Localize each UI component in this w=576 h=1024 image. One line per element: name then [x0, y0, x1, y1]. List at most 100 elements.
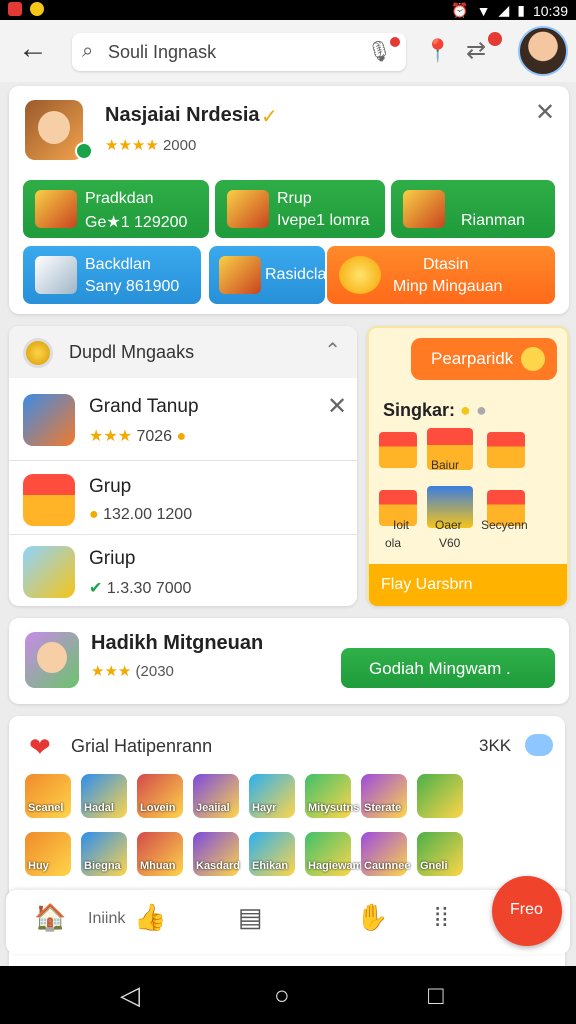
signal-icon: ◢	[498, 2, 510, 18]
clock-time: 10:39	[532, 2, 568, 19]
game-icon	[23, 394, 75, 446]
hand-icon[interactable]: ✋	[356, 902, 388, 933]
battery-icon: ▮	[517, 2, 525, 18]
app-icon[interactable]: Hayr	[249, 774, 295, 818]
close-icon[interactable]: ✕	[535, 98, 555, 127]
app-icon[interactable]: Mitysutns	[305, 774, 359, 818]
app-icon[interactable]: Ehikan	[249, 832, 295, 876]
tile-backdlan[interactable]: Backdlan Sany 861900	[23, 246, 201, 304]
promo-button-label: Pearparidk	[431, 349, 514, 368]
expand-pill[interactable]	[525, 734, 553, 756]
share-icon[interactable]: ⇄	[466, 36, 486, 65]
app-label: Gneli	[420, 860, 448, 872]
box-icon	[35, 256, 77, 294]
promo-footer[interactable]: Flay Uarsbrn	[369, 564, 567, 606]
app-icon[interactable]: Sterate	[361, 774, 407, 818]
list-item[interactable]: Grand Tanup ★★★ 7026 ● ✕	[9, 382, 357, 456]
face-coin-icon	[23, 338, 53, 368]
app-icon[interactable]: Mhuan	[137, 832, 183, 876]
app-icon[interactable]: Huy	[25, 832, 71, 876]
feature-card: Hadikh Mitgneuan ★★★ (2030 Godiah Mingwa…	[9, 618, 569, 704]
microphone-icon[interactable]: 🎙	[367, 39, 392, 64]
app-icon[interactable]: Hagiewam	[305, 832, 362, 876]
app-icon[interactable]: Biegna	[81, 832, 127, 876]
grid-dots-icon[interactable]: ⁞⁞	[434, 902, 448, 933]
app-label: Kasdard	[196, 860, 241, 872]
alarm-icon: ⏰	[451, 2, 469, 18]
list-item[interactable]: Griup ✔ 1.3.30 7000	[9, 534, 357, 608]
home-circle-icon[interactable]: ○	[274, 980, 290, 1011]
back-triangle-icon[interactable]: ◁	[120, 980, 140, 1011]
fab-button[interactable]: Freo	[492, 876, 562, 946]
app-icon[interactable]: Kasdard	[193, 832, 241, 876]
gift-label: Ioit	[393, 518, 410, 532]
chest-icon	[219, 256, 261, 294]
app-label: Jeaiial	[196, 802, 230, 814]
gift-label: Baiur	[431, 458, 460, 472]
tile-pradkdan[interactable]: Pradkdan Ge★1 129200	[23, 180, 209, 238]
promo-card: Pearparidk Singkar: ● ● Baiur Ioit Oaer …	[367, 326, 569, 606]
rating-value: (2030	[135, 663, 174, 680]
divider	[9, 460, 357, 461]
share-badge	[488, 32, 502, 46]
thumbs-up-icon[interactable]: 👍	[134, 902, 166, 933]
tile-rasidcla[interactable]: Rasidcla	[209, 246, 325, 304]
chest-coin-icon	[227, 190, 269, 228]
app-label: Lovein	[140, 802, 176, 814]
tile-dtasin[interactable]: Dtasin Minp Mingauan	[327, 246, 555, 304]
smile-icon	[521, 347, 545, 371]
app-label: Huy	[28, 860, 49, 872]
app-icon[interactable]: Scanel	[25, 774, 71, 818]
tile-rianman[interactable]: Rianman	[391, 180, 555, 238]
document-icon[interactable]: ▤	[238, 902, 263, 933]
gift-icon[interactable]	[487, 432, 525, 468]
list-item[interactable]: Grup ● 132.00 1200	[9, 462, 357, 536]
close-icon[interactable]: ✕	[327, 392, 347, 421]
app-icon[interactable]: Caunnee	[361, 832, 410, 876]
verified-check-icon: ✓	[261, 106, 278, 128]
app-label: Mitysutns	[308, 802, 360, 814]
app-label: Ehikan	[252, 860, 289, 872]
app-notification-icon	[8, 2, 22, 16]
gift-icon[interactable]	[379, 432, 417, 468]
gift-caption: V60	[439, 536, 461, 550]
tile-rrup[interactable]: Rrup Ivepe1 lomra	[215, 180, 385, 238]
avatar[interactable]	[518, 26, 568, 76]
promo-button[interactable]: Pearparidk	[411, 338, 557, 380]
tile-title: Rianman	[461, 212, 526, 229]
gift-caption: ola	[385, 536, 402, 550]
tile-subtitle: Minp Mingauan	[393, 278, 503, 295]
collapse-icon[interactable]: ⌃	[324, 338, 341, 363]
promo-footer-label: Flay Uarsbrn	[381, 576, 473, 593]
app-icon[interactable]: Hadal	[81, 774, 127, 818]
app-icon[interactable]: Gneli	[417, 832, 463, 876]
app-icon[interactable]: Jeaiial	[193, 774, 239, 818]
list-count: 3KK	[479, 736, 512, 755]
wifi-icon: ▼	[476, 2, 491, 19]
home-icon[interactable]: 🏠	[34, 902, 66, 933]
heart-icon: ❤	[29, 732, 51, 762]
app-label: Scanel	[28, 802, 64, 814]
app-icon[interactable]: Lovein	[137, 774, 183, 818]
search-input[interactable]: ⌕ Souli Ingnask 🎙	[72, 33, 406, 71]
rating-stars: ★★★★ 2000	[105, 137, 197, 154]
gift-label: Oaer	[435, 518, 462, 532]
gift-label: Secyenn	[481, 518, 528, 532]
nav-label[interactable]: Iniink	[88, 910, 125, 928]
recents-square-icon[interactable]: □	[428, 980, 444, 1011]
fab-label: Freo	[510, 901, 543, 918]
group-card-header[interactable]: Dupdl Mngaaks ⌃	[9, 326, 357, 378]
coin-icon	[23, 546, 75, 598]
game-icon[interactable]	[25, 632, 79, 688]
search-icon: ⌕	[82, 40, 94, 62]
back-arrow-icon[interactable]: ←	[18, 34, 48, 64]
tile-title: Dtasin	[423, 256, 469, 273]
app-label: Mhuan	[140, 860, 176, 872]
tile-subtitle: Sany 861900	[85, 278, 180, 295]
location-pin-icon[interactable]: 📍	[424, 38, 451, 64]
item-value: 7026	[136, 428, 173, 445]
promo-label: Singkar: ● ●	[383, 400, 487, 420]
app-icon[interactable]	[417, 774, 463, 818]
feature-button[interactable]: Godiah Mingwam .	[341, 648, 555, 688]
coins-icon	[403, 190, 445, 228]
